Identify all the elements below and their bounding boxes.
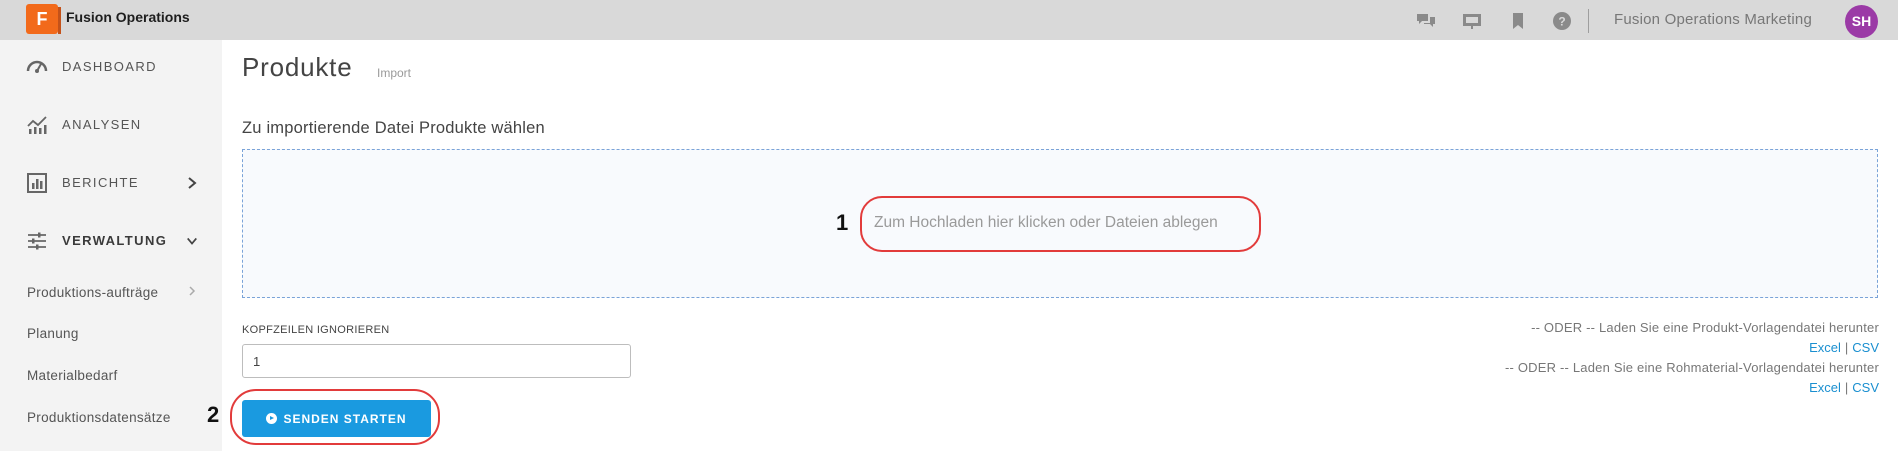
sidebar-subitem-materialbedarf[interactable]: Materialbedarf xyxy=(27,368,118,383)
header-rows-input[interactable] xyxy=(242,344,631,378)
link-separator: | xyxy=(1844,340,1849,355)
product-csv-link[interactable]: CSV xyxy=(1852,340,1879,355)
sidebar-item-label: DASHBOARD xyxy=(62,59,157,74)
chevron-down-icon xyxy=(187,237,197,245)
app-title[interactable]: Fusion Operations xyxy=(66,9,190,25)
app-logo[interactable]: F xyxy=(26,4,61,34)
sidebar-item-berichte[interactable]: BERICHTE xyxy=(0,160,222,208)
sidebar-item-label: BERICHTE xyxy=(62,175,139,190)
gauge-icon xyxy=(26,60,48,73)
material-csv-link[interactable]: CSV xyxy=(1852,380,1879,395)
page-title: Produkte xyxy=(242,52,353,82)
analytics-icon xyxy=(27,116,47,134)
sidebar-subitem-produktionsauftraege[interactable]: Produktions-aufträge xyxy=(27,285,158,300)
header-divider xyxy=(1588,9,1589,33)
annotation-circle-1 xyxy=(860,196,1261,252)
sidebar-subitem-produktionsdatensaetze[interactable]: Produktionsdatensätze xyxy=(27,410,171,425)
top-bar: F Fusion Operations ? Fusion Operations … xyxy=(0,0,1898,40)
help-icon[interactable]: ? xyxy=(1552,11,1572,31)
sidebar-item-label: ANALYSEN xyxy=(62,117,142,132)
annotation-circle-2 xyxy=(230,389,440,445)
product-excel-link[interactable]: Excel xyxy=(1809,340,1841,355)
page-subtitle: Import xyxy=(377,66,412,80)
material-template-text: -- ODER -- Laden Sie eine Rohmaterial-Vo… xyxy=(1504,360,1879,375)
sliders-icon xyxy=(28,232,46,250)
chat-icon[interactable] xyxy=(1416,11,1436,31)
org-name[interactable]: Fusion Operations Marketing xyxy=(1614,11,1812,28)
section-title: Zu importierende Datei Produkte wählen xyxy=(242,119,545,137)
svg-text:?: ? xyxy=(1558,15,1565,29)
sidebar-item-label: VERWALTUNG xyxy=(62,233,168,248)
sidebar-item-verwaltung[interactable]: VERWALTUNG xyxy=(0,218,222,266)
chevron-right-icon xyxy=(189,286,196,296)
annotation-label-1: 1 xyxy=(836,210,849,235)
link-separator: | xyxy=(1844,380,1849,395)
chevron-right-icon xyxy=(188,177,197,189)
annotation-label-2: 2 xyxy=(207,402,220,427)
bookmark-icon[interactable] xyxy=(1508,11,1528,31)
product-template-text: -- ODER -- Laden Sie eine Produkt-Vorlag… xyxy=(1531,320,1879,335)
sidebar-item-analysen[interactable]: ANALYSEN xyxy=(0,102,222,150)
sidebar-subitem-planung[interactable]: Planung xyxy=(27,326,79,341)
header-rows-label: KOPFZEILEN IGNORIEREN xyxy=(242,324,390,336)
reports-icon xyxy=(27,173,47,193)
material-excel-link[interactable]: Excel xyxy=(1809,380,1841,395)
sidebar: DASHBOARD ANALYSEN BERICHTE VERWALTUNG P… xyxy=(0,40,222,451)
material-template-links: Excel | CSV xyxy=(1809,380,1879,395)
avatar[interactable]: SH xyxy=(1845,5,1878,38)
sidebar-item-dashboard[interactable]: DASHBOARD xyxy=(0,44,222,92)
product-template-links: Excel | CSV xyxy=(1809,340,1879,355)
presentation-icon[interactable] xyxy=(1462,11,1482,31)
